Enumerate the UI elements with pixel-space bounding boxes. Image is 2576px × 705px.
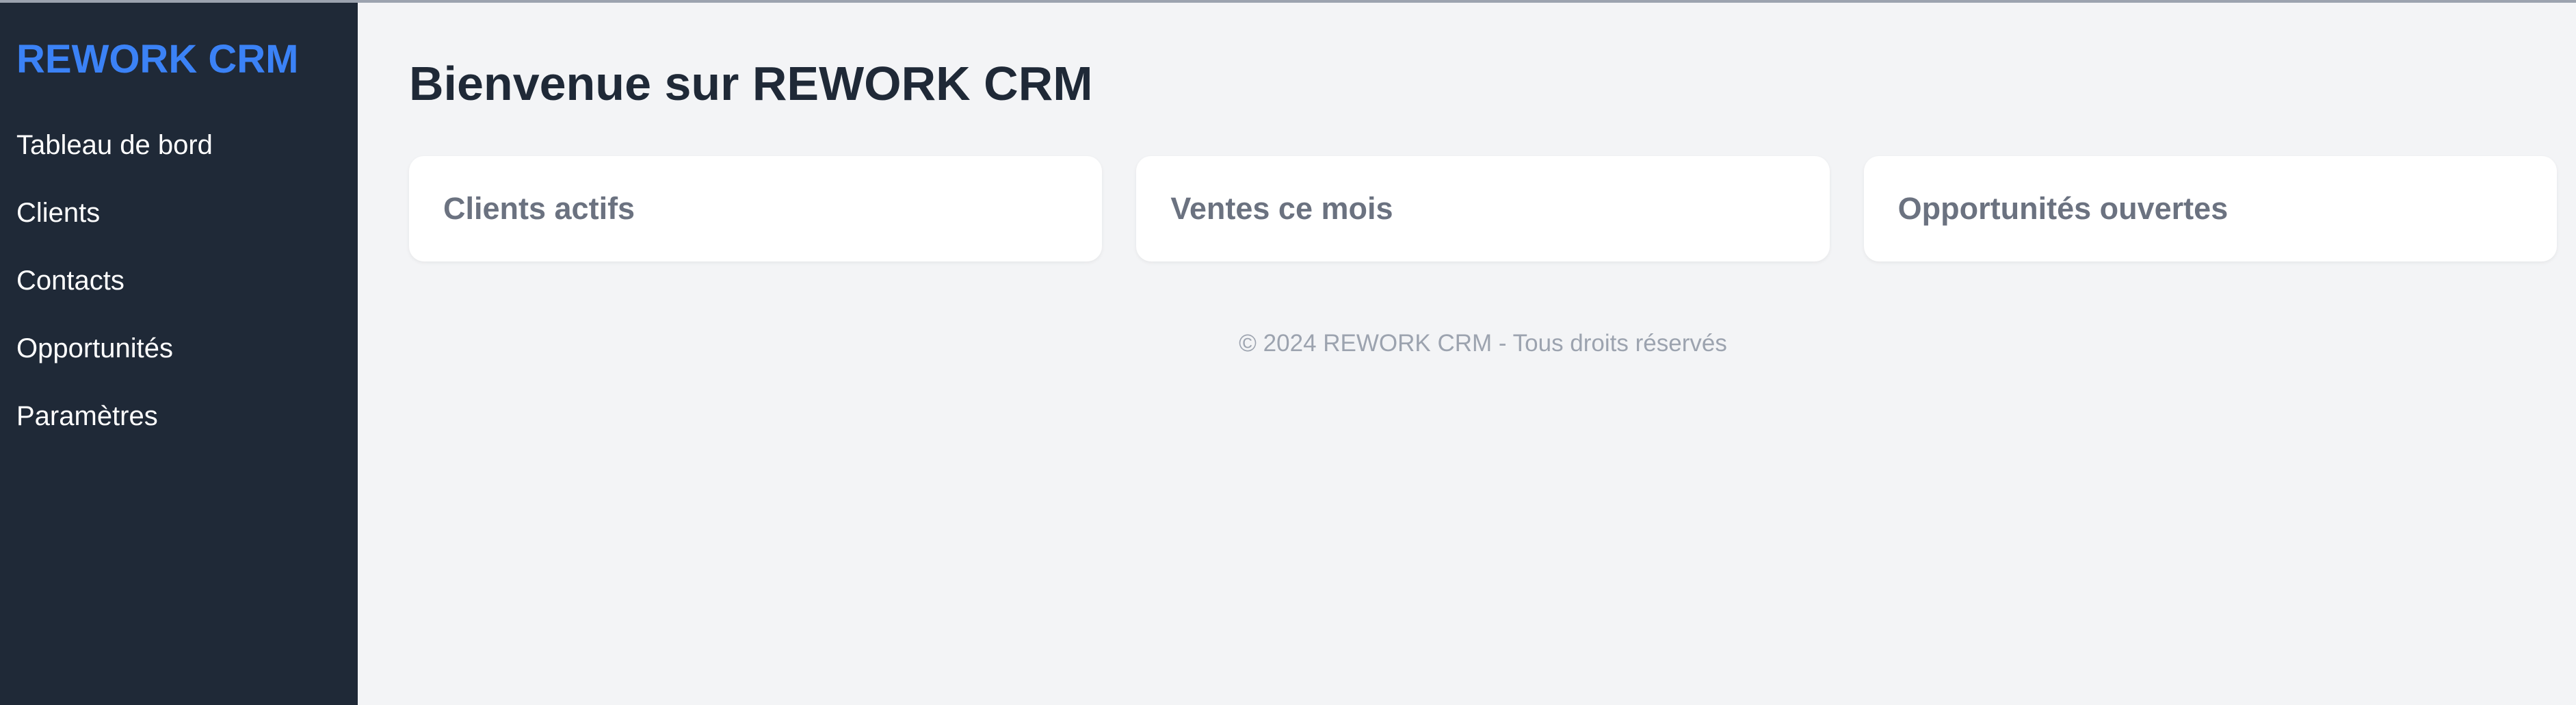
card-active-clients: Clients actifs xyxy=(409,156,1103,261)
card-title: Ventes ce mois xyxy=(1170,191,1393,226)
sidebar-item-contacts[interactable]: Contacts xyxy=(16,246,341,314)
card-title: Clients actifs xyxy=(443,191,635,226)
sidebar-item-clients[interactable]: Clients xyxy=(16,179,341,246)
card-sales-this-month: Ventes ce mois xyxy=(1136,156,1830,261)
sidebar-item-dashboard[interactable]: Tableau de bord xyxy=(16,131,341,179)
page-title: Bienvenue sur REWORK CRM xyxy=(409,57,1093,110)
brand-logo-text[interactable]: REWORK CRM xyxy=(16,36,341,84)
stats-cards: Clients actifs Ventes ce mois Opportunit… xyxy=(409,156,2557,261)
sidebar-nav: Tableau de bord Clients Contacts Opportu… xyxy=(16,131,341,450)
sidebar-nav-list: Tableau de bord Clients Contacts Opportu… xyxy=(16,131,341,450)
sidebar: REWORK CRM Tableau de bord Clients Conta… xyxy=(0,3,358,705)
footer-copyright: © 2024 REWORK CRM - Tous droits réservés xyxy=(1239,330,1727,357)
main-content: Bienvenue sur REWORK CRM Clients actifs … xyxy=(358,3,2576,705)
card-open-opportunities: Opportunités ouvertes xyxy=(1863,156,2557,261)
sidebar-item-opportunities[interactable]: Opportunités xyxy=(16,314,341,382)
card-title: Opportunités ouvertes xyxy=(1897,191,2229,226)
app-window: REWORK CRM Tableau de bord Clients Conta… xyxy=(0,0,2576,705)
sidebar-item-settings[interactable]: Paramètres xyxy=(16,382,341,450)
